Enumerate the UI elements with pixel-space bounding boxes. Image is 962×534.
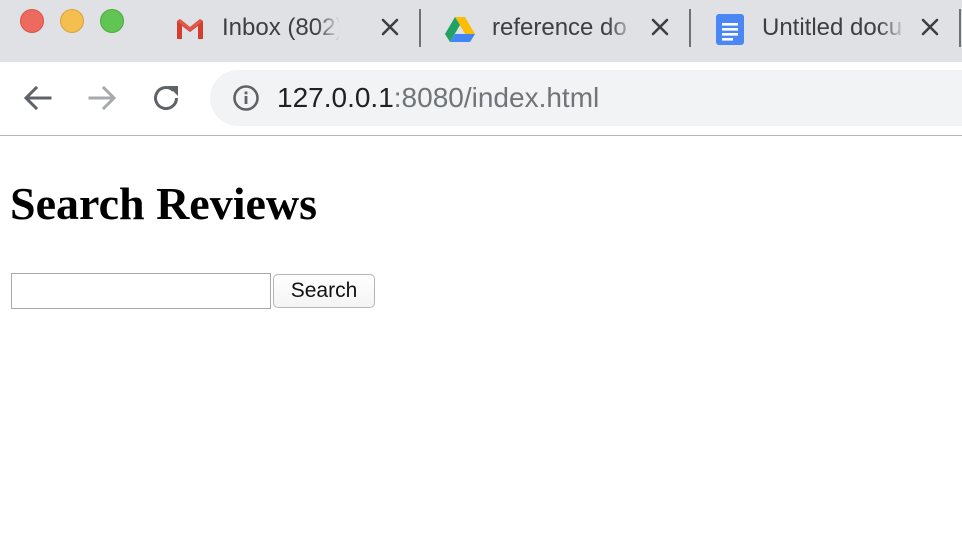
- tab-title: Untitled docu: [762, 14, 903, 41]
- maximize-window-button[interactable]: [100, 9, 124, 33]
- url-path: :8080/index.html: [393, 82, 600, 113]
- tab-strip: Inbox (802) - reference do Untitled docu: [0, 0, 962, 62]
- address-bar[interactable]: 127.0.0.1:8080/index.html: [210, 70, 962, 126]
- back-arrow-icon[interactable]: [20, 80, 56, 116]
- tab-gmail[interactable]: Inbox (802) -: [160, 0, 412, 56]
- info-icon[interactable]: [232, 84, 260, 112]
- minimize-window-button[interactable]: [60, 9, 84, 33]
- tab-separator: [959, 9, 961, 47]
- search-input[interactable]: [11, 273, 271, 309]
- search-button[interactable]: Search: [273, 274, 375, 308]
- url-text[interactable]: 127.0.0.1:8080/index.html: [277, 82, 599, 114]
- close-tab-icon[interactable]: [649, 16, 671, 38]
- tab-google-drive[interactable]: reference do: [430, 0, 682, 56]
- tab-title: Inbox (802) -: [222, 14, 340, 41]
- page-content: Search Reviews Search: [0, 136, 962, 534]
- tab-separator: [689, 9, 691, 47]
- page-title: Search Reviews: [10, 178, 318, 229]
- close-tab-icon[interactable]: [919, 16, 941, 38]
- reload-icon[interactable]: [148, 80, 184, 116]
- google-drive-icon: [445, 17, 475, 42]
- close-tab-icon[interactable]: [379, 16, 401, 38]
- tab-google-docs[interactable]: Untitled docu: [700, 0, 952, 56]
- close-window-button[interactable]: [20, 9, 44, 33]
- browser-toolbar: 127.0.0.1:8080/index.html: [0, 62, 962, 136]
- url-host: 127.0.0.1: [277, 82, 394, 113]
- google-docs-icon: [716, 14, 744, 45]
- tab-separator: [419, 9, 421, 47]
- tab-title: reference do: [492, 14, 627, 41]
- forward-arrow-icon[interactable]: [84, 80, 120, 116]
- gmail-icon: [177, 19, 203, 39]
